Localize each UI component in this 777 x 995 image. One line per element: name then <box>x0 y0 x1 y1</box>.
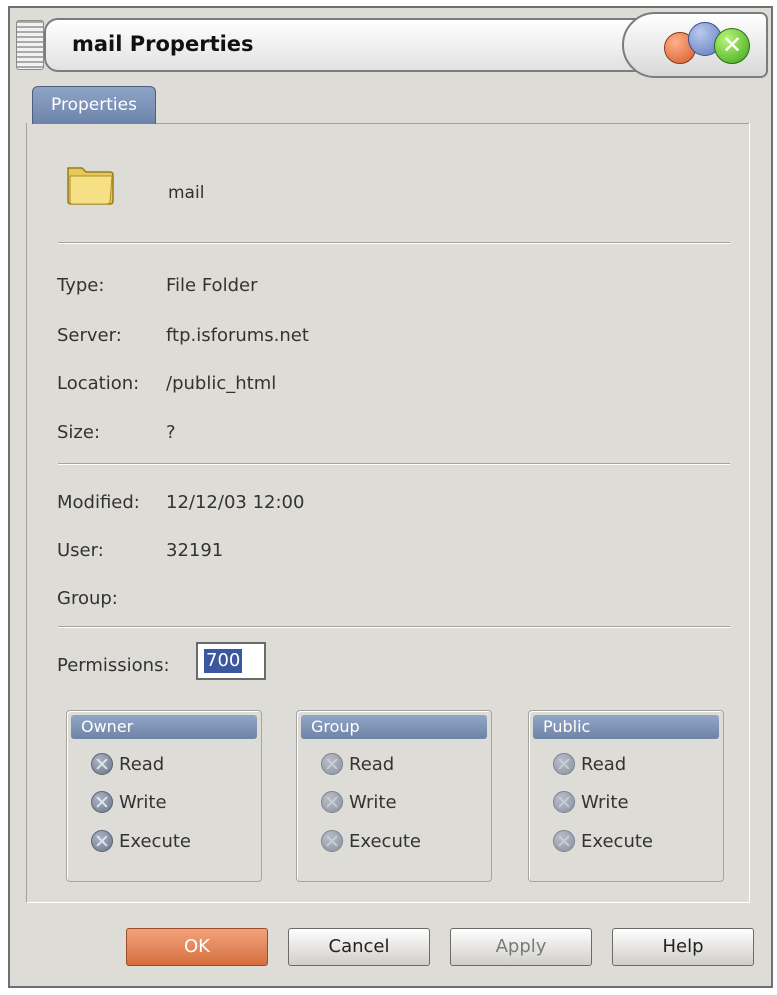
checkbox-label: Write <box>349 791 397 813</box>
unchecked-x-icon <box>553 791 575 813</box>
title-pill: mail Properties <box>44 18 644 72</box>
permissions-value: 700 <box>204 649 243 673</box>
unchecked-x-icon <box>321 791 343 813</box>
separator <box>58 242 730 244</box>
user-label: User: <box>57 540 104 561</box>
modified-label: Modified: <box>57 492 140 513</box>
owner-execute-checkbox[interactable]: Execute <box>91 828 191 854</box>
help-button[interactable]: Help <box>612 928 754 966</box>
group-write-checkbox[interactable]: Write <box>321 789 397 815</box>
user-value: 32191 <box>166 540 224 561</box>
size-value: ? <box>166 422 176 443</box>
location-label: Location: <box>57 373 140 394</box>
owner-read-checkbox[interactable]: Read <box>91 751 164 777</box>
modified-value: 12/12/03 12:00 <box>166 492 305 513</box>
permissions-label: Permissions: <box>57 655 170 676</box>
checkbox-label: Read <box>581 753 627 775</box>
drag-grip-icon[interactable] <box>16 20 44 70</box>
checkbox-label: Execute <box>119 830 191 852</box>
permissions-input[interactable]: 700 <box>196 642 266 680</box>
group-group-title: Group <box>301 715 487 739</box>
window-controls: ✕ <box>622 12 768 78</box>
close-button[interactable]: ✕ <box>714 28 750 64</box>
checked-x-icon <box>91 830 113 852</box>
owner-group-title: Owner <box>71 715 257 739</box>
group-execute-checkbox[interactable]: Execute <box>321 828 421 854</box>
unchecked-x-icon <box>553 753 575 775</box>
checkbox-label: Write <box>581 791 629 813</box>
server-value: ftp.isforums.net <box>166 325 309 346</box>
folder-icon <box>67 167 114 205</box>
public-group: Public Read Write Execute <box>528 710 724 882</box>
owner-write-checkbox[interactable]: Write <box>91 789 167 815</box>
checkbox-label: Read <box>119 753 165 775</box>
checked-x-icon <box>91 791 113 813</box>
public-group-title: Public <box>533 715 719 739</box>
public-read-checkbox[interactable]: Read <box>553 751 626 777</box>
checkbox-label: Write <box>119 791 167 813</box>
checked-x-icon <box>91 753 113 775</box>
checkbox-label: Execute <box>349 830 421 852</box>
separator <box>58 463 730 465</box>
owner-group: Owner Read Write Execute <box>66 710 262 882</box>
checkbox-label: Execute <box>581 830 653 852</box>
type-label: Type: <box>57 275 105 296</box>
title-bar[interactable]: mail Properties ✕ <box>10 8 771 88</box>
size-label: Size: <box>57 422 101 443</box>
unchecked-x-icon <box>321 830 343 852</box>
apply-button[interactable]: Apply <box>450 928 592 966</box>
checkbox-label: Read <box>349 753 395 775</box>
close-icon: ✕ <box>721 31 743 59</box>
public-execute-checkbox[interactable]: Execute <box>553 828 653 854</box>
ok-button[interactable]: OK <box>126 928 268 966</box>
item-name: mail <box>168 183 205 203</box>
public-write-checkbox[interactable]: Write <box>553 789 629 815</box>
cancel-button[interactable]: Cancel <box>288 928 430 966</box>
type-value: File Folder <box>166 275 258 296</box>
location-value: /public_html <box>166 373 277 394</box>
group-group: Group Read Write Execute <box>296 710 492 882</box>
unchecked-x-icon <box>321 753 343 775</box>
group-label: Group: <box>57 588 118 609</box>
group-read-checkbox[interactable]: Read <box>321 751 394 777</box>
server-label: Server: <box>57 325 122 346</box>
unchecked-x-icon <box>553 830 575 852</box>
window-title: mail Properties <box>72 32 254 56</box>
separator <box>58 626 730 628</box>
tab-properties[interactable]: Properties <box>32 86 156 124</box>
